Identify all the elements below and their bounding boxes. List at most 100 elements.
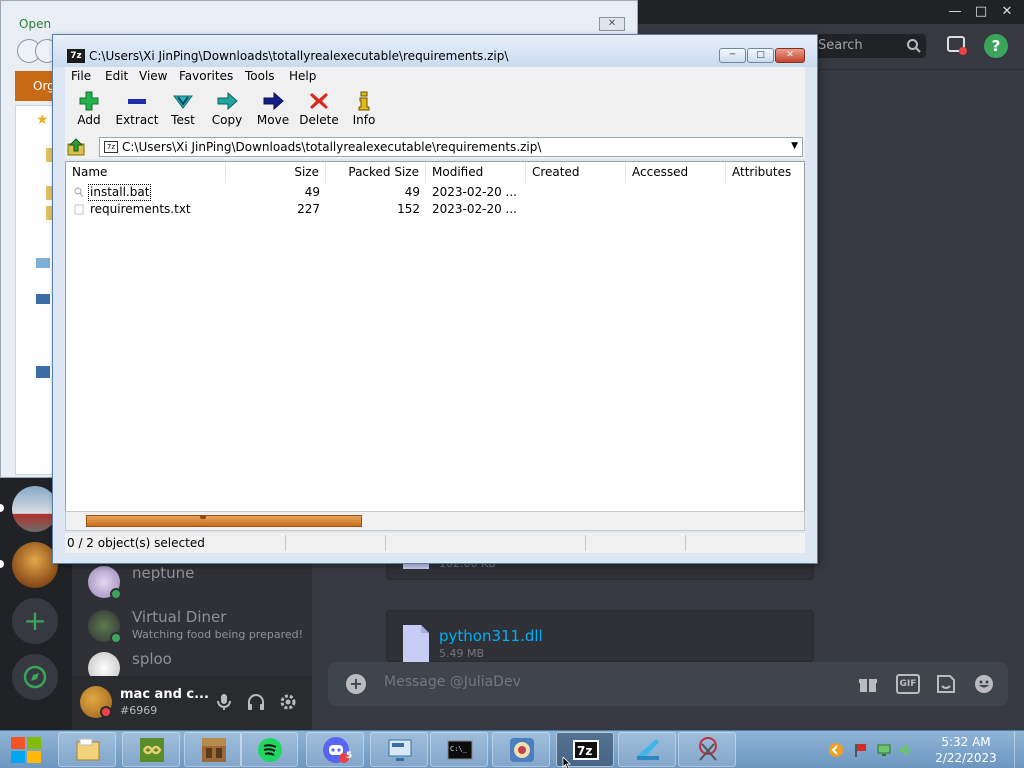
maximize-button[interactable]: □ [747, 48, 774, 63]
table-row[interactable]: requirements.txt 227 152 2023-02-20 ... [66, 201, 804, 218]
address-bar[interactable]: 7z C:\Users\Xi JinPing\Downloads\totally… [99, 137, 803, 157]
inbox-icon[interactable] [946, 34, 968, 56]
favorites-star-icon[interactable]: ★ [36, 112, 49, 128]
gift-icon[interactable] [856, 672, 880, 696]
taskbar-discord[interactable]: 5 [306, 732, 364, 767]
status-bar: 0 / 2 object(s) selected [65, 533, 805, 553]
emoji-icon[interactable] [972, 672, 996, 696]
minimize-button[interactable]: ─ [719, 48, 746, 63]
help-icon[interactable]: ? [984, 34, 1008, 58]
extract-button[interactable]: Extract [113, 89, 161, 133]
explore-servers-button[interactable] [12, 654, 58, 700]
up-folder-icon[interactable] [67, 138, 87, 156]
close-button[interactable]: ✕ [775, 48, 805, 63]
taskbar-remote-desktop[interactable] [370, 732, 428, 767]
copy-button[interactable]: Copy [209, 89, 245, 133]
action-center-flag-icon[interactable] [852, 742, 868, 758]
folder-icon [76, 738, 100, 761]
network-icon[interactable] [36, 366, 50, 378]
column-name[interactable]: Name [66, 162, 226, 182]
extract-icon [128, 99, 146, 104]
taskbar-minecraft-launcher[interactable] [122, 732, 180, 767]
menu-help[interactable]: Help [289, 69, 316, 83]
file-modified: 2023-02-20 ... [432, 185, 517, 199]
delete-button[interactable]: Delete [299, 89, 339, 133]
menu-view[interactable]: View [139, 69, 167, 83]
show-hidden-icons[interactable] [828, 742, 844, 758]
show-desktop-button[interactable] [1014, 731, 1024, 768]
libraries-icon[interactable] [36, 258, 50, 268]
svg-text:C:\_: C:\_ [450, 745, 468, 753]
column-modified[interactable]: Modified [426, 162, 526, 182]
table-row[interactable]: install.bat 49 49 2023-02-20 ... [66, 184, 804, 201]
sticker-icon[interactable] [934, 672, 958, 696]
menu-favorites[interactable]: Favorites [179, 69, 233, 83]
status-divider [385, 535, 386, 551]
horizontal-scrollbar[interactable] [65, 511, 805, 531]
volume-icon[interactable] [898, 742, 914, 758]
7zip-window: 7z C:\Users\Xi JinPing\Downloads\totally… [52, 34, 818, 564]
computer-icon[interactable] [36, 294, 50, 304]
upload-plus-icon[interactable]: + [346, 674, 366, 694]
network-icon[interactable] [876, 742, 892, 758]
move-button[interactable]: Move [255, 89, 291, 133]
user-panel: mac and c... #6969 [72, 676, 312, 730]
attachment-card[interactable]: python311.dll 5.49 MB [386, 610, 814, 663]
menu-bar: File Edit View Favorites Tools Help [65, 67, 805, 87]
taskbar: 5 C:\_ 7z 5:32 AM 2/22/2023 [0, 730, 1024, 768]
file-packed-size: 152 [397, 202, 420, 216]
organize-button[interactable]: Organize [15, 71, 55, 101]
dm-item[interactable]: Virtual Diner Watching food being prepar… [86, 606, 306, 646]
settings-gear-icon[interactable] [278, 692, 298, 712]
dnd-status-icon [100, 706, 112, 718]
microphone-icon[interactable] [214, 692, 234, 712]
column-accessed[interactable]: Accessed [626, 162, 726, 182]
close-button[interactable]: ✕ [998, 3, 1016, 21]
archive-icon: 7z [104, 141, 118, 153]
taskbar-game[interactable] [492, 732, 550, 767]
taskbar-snipping-tool[interactable] [678, 732, 736, 767]
taskbar-minecraft[interactable] [184, 732, 242, 767]
taskbar-pycharm[interactable] [618, 732, 676, 767]
scrollbar-thumb[interactable] [86, 515, 362, 527]
column-packed-size[interactable]: Packed Size [326, 162, 426, 182]
7zip-titlebar: 7z C:\Users\Xi JinPing\Downloads\totally… [53, 35, 817, 67]
dm-item[interactable]: neptune [86, 562, 306, 602]
taskbar-file-explorer[interactable] [58, 732, 116, 767]
command-prompt-icon: C:\_ [447, 740, 473, 760]
column-created[interactable]: Created [526, 162, 626, 182]
gif-button[interactable]: GIF [896, 674, 920, 694]
column-size[interactable]: Size [226, 162, 326, 182]
move-label: Move [256, 113, 290, 127]
delete-label: Delete [299, 113, 339, 127]
clock-date[interactable]: 2/22/2023 [922, 751, 1010, 765]
start-button[interactable] [8, 733, 44, 767]
add-label: Add [77, 113, 101, 127]
dropdown-arrow-icon[interactable]: ▼ [791, 141, 798, 151]
headphones-icon[interactable] [246, 692, 266, 712]
add-button[interactable]: Add [73, 89, 105, 133]
navigation-pane: ★ [15, 105, 54, 475]
taskbar-command-prompt[interactable]: C:\_ [430, 732, 488, 767]
add-server-icon[interactable]: + [12, 598, 58, 644]
clock-time[interactable]: 5:32 AM [922, 735, 1010, 749]
delete-icon [310, 93, 328, 109]
message-input[interactable]: + Message @JuliaDev GIF [328, 662, 1008, 706]
test-button[interactable]: Test [165, 89, 201, 133]
search-input[interactable]: Search [814, 34, 926, 58]
minimize-button[interactable]: — [946, 3, 964, 21]
attachment-filename[interactable]: python311.dll [439, 627, 543, 645]
maximize-button[interactable]: □ [972, 3, 990, 21]
info-button[interactable]: Info [349, 89, 379, 133]
dialog-close-button[interactable]: ✕ [599, 17, 625, 31]
svg-text:7z: 7z [577, 744, 592, 758]
menu-tools[interactable]: Tools [245, 69, 275, 83]
menu-edit[interactable]: Edit [105, 69, 128, 83]
taskbar-spotify[interactable] [240, 732, 298, 767]
ide-icon [637, 739, 659, 761]
column-attributes[interactable]: Attributes [726, 162, 804, 182]
menu-file[interactable]: File [71, 69, 91, 83]
user-tag: #6969 [120, 704, 158, 717]
status-divider [285, 535, 286, 551]
status-divider [685, 535, 686, 551]
